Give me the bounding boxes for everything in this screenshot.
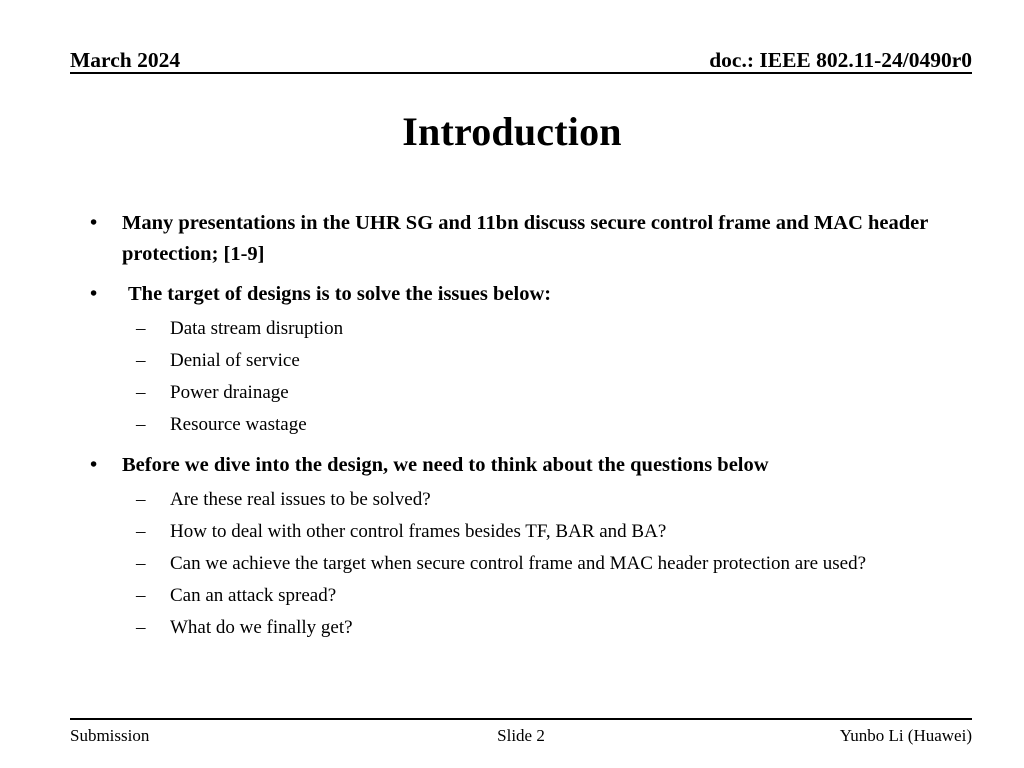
dash-icon: – (136, 382, 146, 404)
dash-icon: – (136, 414, 146, 436)
page-title: Introduction (402, 109, 622, 154)
bullet-item: • Many presentations in the UHR SG and 1… (78, 208, 958, 270)
sub-bullet-text: Can an attack spread? (170, 584, 337, 606)
bullet-icon: • (90, 212, 98, 234)
sub-bullet-item: – Are these real issues to be solved? (78, 484, 958, 516)
footer-slide-number: Slide 2 (497, 726, 545, 745)
sub-bullet-item: – What do we finally get? (78, 612, 958, 644)
bullet-icon: • (90, 283, 98, 306)
sub-bullet-text: Resource wastage (170, 414, 307, 436)
dash-icon: – (136, 521, 146, 543)
footer-submission-label: Submission (70, 726, 150, 745)
dash-icon: – (136, 553, 146, 575)
header-doc-number: doc.: IEEE 802.11-24/0490r0 (709, 48, 972, 73)
bullet-icon: • (90, 454, 98, 477)
sub-bullet-item: – Can an attack spread? (78, 580, 958, 612)
sub-bullet-item: – Resource wastage (78, 409, 958, 441)
dash-icon: – (136, 584, 146, 606)
bullet-text: The target of designs is to solve the is… (128, 283, 552, 306)
sub-bullet-item: – How to deal with other control frames … (78, 516, 958, 548)
bullet-item: • The target of designs is to solve the … (78, 279, 958, 310)
sub-bullet-item: – Can we achieve the target when secure … (78, 548, 958, 580)
sub-bullet-item: – Data stream disruption (78, 313, 958, 345)
bullet-text: Before we dive into the design, we need … (122, 454, 769, 477)
dash-icon: – (136, 318, 146, 340)
slide-body: • Many presentations in the UHR SG and 1… (78, 208, 958, 644)
dash-icon: – (136, 616, 146, 638)
slide-footer: Submission Slide 2 Yunbo Li (Huawei) (70, 718, 972, 746)
sub-bullet-item: – Power drainage (78, 377, 958, 409)
sub-bullet-text: Are these real issues to be solved? (170, 489, 431, 511)
footer-author: Yunbo Li (Huawei) (839, 726, 972, 745)
bullet-item: • Before we dive into the design, we nee… (78, 450, 958, 481)
sub-bullet-item: – Denial of service (78, 345, 958, 377)
sub-bullet-text: Can we achieve the target when secure co… (170, 553, 867, 575)
sub-bullet-text: Denial of service (170, 350, 300, 372)
slide-header: March 2024 doc.: IEEE 802.11-24/0490r0 (70, 38, 972, 74)
sub-bullet-text: What do we finally get? (170, 616, 353, 638)
sub-bullet-text: Power drainage (170, 382, 289, 404)
header-date: March 2024 (70, 48, 181, 73)
sub-bullet-text: Data stream disruption (170, 318, 344, 340)
dash-icon: – (136, 350, 146, 372)
sub-bullet-text: How to deal with other control frames be… (170, 521, 667, 543)
bullet-text: Many presentations in the UHR SG and 11b… (122, 212, 929, 266)
dash-icon: – (136, 489, 146, 511)
